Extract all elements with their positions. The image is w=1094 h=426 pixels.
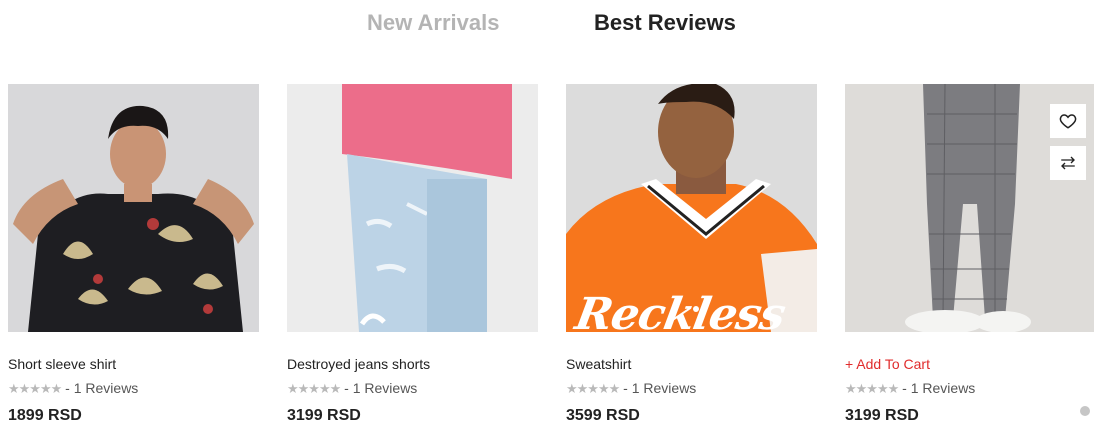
product-name[interactable]: Sweatshirt [566,356,631,372]
product-image[interactable] [8,84,259,332]
add-to-cart-link[interactable]: + Add To Cart [845,356,930,372]
carousel-dot[interactable] [1080,406,1090,416]
product-price: 1899 RSD [8,407,82,424]
product-name[interactable]: Short sleeve shirt [8,356,116,372]
product-price: 3599 RSD [566,407,640,424]
product-tabs: New Arrivals Best Reviews [0,0,1094,50]
star-rating-icon: ★★★★★ [566,381,620,396]
star-rating-icon: ★★★★★ [8,381,62,396]
product-card[interactable]: Reckless Sweatshirt ★★★★★ - 1 Reviews 35… [566,84,817,424]
product-image[interactable] [845,84,1094,332]
product-image[interactable]: Reckless [566,84,817,332]
review-count: - 1 Reviews [65,380,139,396]
product-rating: ★★★★★ - 1 Reviews [845,380,975,397]
product-price: 3199 RSD [287,407,361,424]
tab-best-reviews[interactable]: Best Reviews [594,10,736,36]
review-count: - 1 Reviews [344,380,418,396]
product-rating: ★★★★★ - 1 Reviews [287,380,417,397]
product-price: 3199 RSD [845,407,919,424]
product-rating: ★★★★★ - 1 Reviews [8,380,138,397]
compare-arrows-icon [1061,156,1075,170]
heart-icon [1059,114,1077,129]
product-image[interactable] [287,84,538,332]
compare-button[interactable] [1050,146,1086,180]
star-rating-icon: ★★★★★ [287,381,341,396]
review-count: - 1 Reviews [902,380,976,396]
tab-new-arrivals[interactable]: New Arrivals [367,10,499,36]
jacket-print-text: Reckless [571,289,789,332]
product-rating: ★★★★★ - 1 Reviews [566,380,696,397]
review-count: - 1 Reviews [623,380,697,396]
add-to-wishlist-button[interactable] [1050,104,1086,138]
product-name[interactable]: Destroyed jeans shorts [287,356,430,372]
star-rating-icon: ★★★★★ [845,381,899,396]
product-card[interactable]: Short sleeve shirt ★★★★★ - 1 Reviews 189… [8,84,259,424]
product-card[interactable]: Destroyed jeans shorts ★★★★★ - 1 Reviews… [287,84,538,424]
product-card[interactable]: + Add To Cart ★★★★★ - 1 Reviews 3199 RSD [845,84,1094,424]
